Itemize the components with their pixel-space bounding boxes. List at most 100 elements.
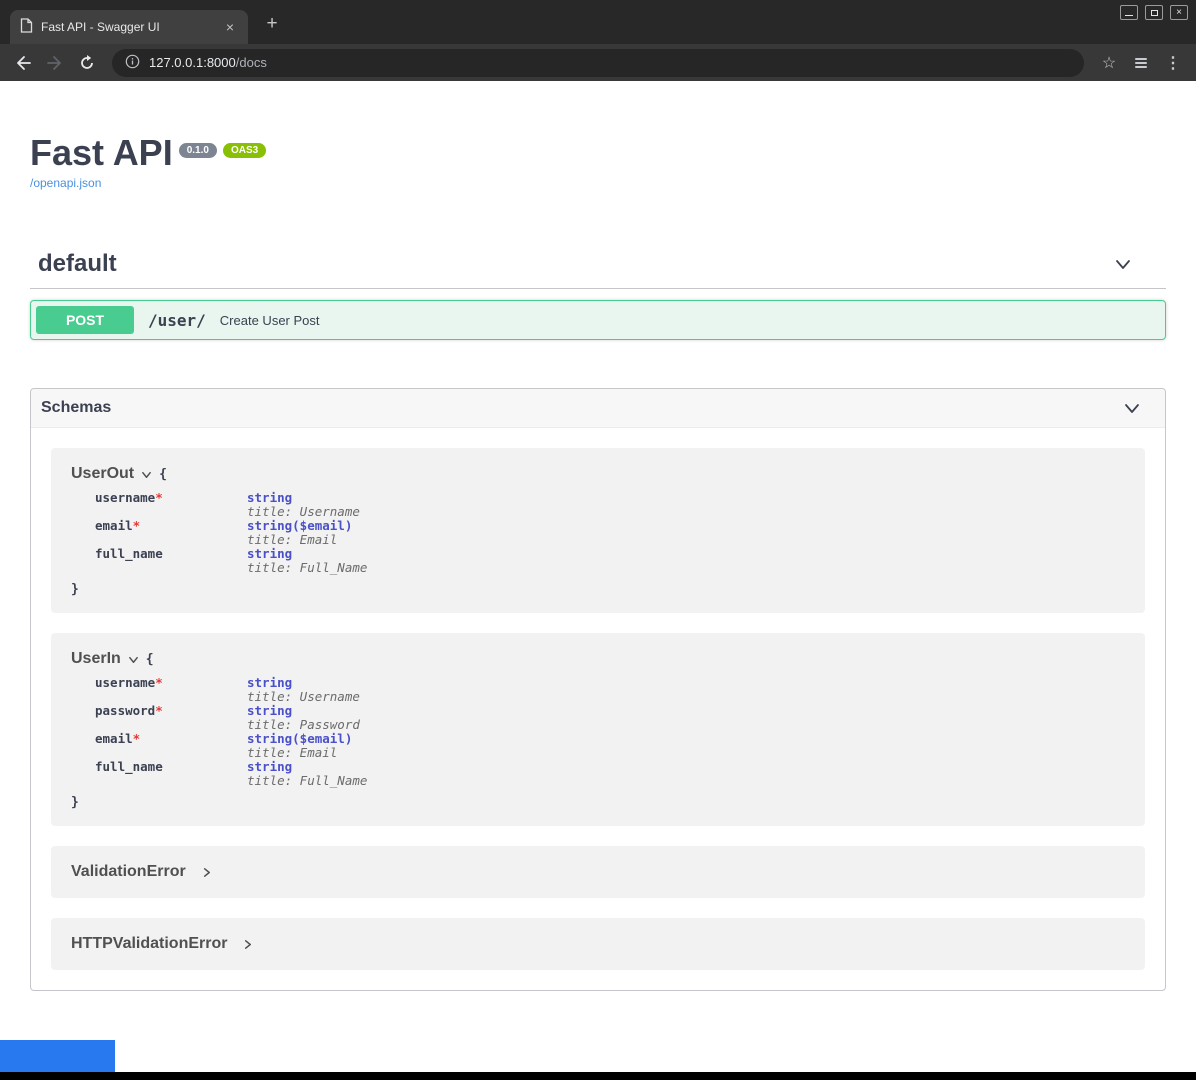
model-title: UserOut	[71, 465, 134, 483]
property-title: title: Password	[247, 718, 360, 732]
page-content: Fast API 0.1.0 OAS3 /openapi.json default …	[0, 81, 1196, 1072]
back-button[interactable]	[10, 50, 36, 76]
api-info: Fast API 0.1.0 OAS3 /openapi.json	[30, 133, 1166, 192]
schema-property: email* string($email) title: Email	[95, 519, 1125, 547]
opblock-post-user: POST /user/ Create User Post	[30, 300, 1166, 340]
site-info-icon[interactable]	[125, 54, 140, 72]
browser-toolbar: 127.0.0.1:8000/docs ☆ ⋮	[0, 44, 1196, 81]
schemas-header[interactable]: Schemas	[31, 389, 1165, 428]
openapi-json-link[interactable]: /openapi.json	[30, 176, 101, 190]
reload-icon[interactable]	[74, 50, 100, 76]
window-close-button[interactable]: ×	[1170, 5, 1188, 20]
bookmark-star-icon[interactable]: ☆	[1096, 50, 1122, 76]
property-details: string title: Full_Name	[247, 760, 367, 788]
model-properties: username* string title: Username passwor…	[95, 676, 1125, 788]
forward-button[interactable]	[42, 50, 68, 76]
url-path: /docs	[236, 55, 267, 70]
property-title: title: Full_Name	[247, 561, 367, 575]
operation-summary: Create User Post	[220, 313, 320, 328]
property-details: string($email) title: Email	[247, 519, 352, 547]
model-title: HTTPValidationError	[71, 935, 227, 953]
property-type: string	[247, 491, 360, 505]
required-star: *	[155, 703, 163, 718]
required-star: *	[133, 518, 141, 533]
operation-path: /user/	[144, 311, 210, 330]
property-details: string($email) title: Email	[247, 732, 352, 760]
model-userin: UserIn { username* string title: Usernam…	[51, 633, 1145, 826]
tab-strip: Fast API - Swagger UI × + ×	[0, 0, 1196, 44]
property-title: title: Email	[247, 746, 352, 760]
url-text: 127.0.0.1:8000/docs	[149, 55, 267, 70]
address-bar[interactable]: 127.0.0.1:8000/docs	[112, 49, 1084, 77]
model-userout: UserOut { username* string title: Userna…	[51, 448, 1145, 613]
property-type: string	[247, 704, 360, 718]
chevron-down-icon	[141, 469, 152, 480]
property-type: string($email)	[247, 519, 352, 533]
url-host: 127.0.0.1:8000	[149, 55, 236, 70]
window-maximize-button[interactable]	[1145, 5, 1163, 20]
page-favicon-icon	[20, 18, 33, 36]
required-star: *	[155, 490, 163, 505]
new-tab-button[interactable]: +	[260, 13, 284, 37]
schema-property: username* string title: Username	[95, 491, 1125, 519]
property-name: username*	[95, 491, 247, 519]
schema-property: full_name string title: Full_Name	[95, 760, 1125, 788]
property-name: password*	[95, 704, 247, 732]
model-validationerror: ValidationError	[51, 846, 1145, 898]
tag-title: default	[38, 250, 117, 278]
chevron-down-icon	[1123, 399, 1141, 417]
open-brace: {	[146, 652, 154, 667]
property-details: string title: Username	[247, 491, 360, 519]
property-title: title: Full_Name	[247, 774, 367, 788]
property-details: string title: Username	[247, 676, 360, 704]
property-name: email*	[95, 519, 247, 547]
model-httpvalidationerror: HTTPValidationError	[51, 918, 1145, 970]
extensions-icon[interactable]	[1128, 50, 1154, 76]
opblock-post-user-summary[interactable]: POST /user/ Create User Post	[31, 301, 1165, 339]
required-star: *	[133, 731, 141, 746]
version-badge: 0.1.0	[179, 143, 217, 158]
tab-title: Fast API - Swagger UI	[41, 20, 214, 34]
minimize-icon	[1125, 15, 1133, 16]
chevron-right-icon	[242, 939, 253, 950]
property-name: full_name	[95, 760, 247, 788]
schema-property: username* string title: Username	[95, 676, 1125, 704]
maximize-icon	[1151, 10, 1158, 16]
schema-property: email* string($email) title: Email	[95, 732, 1125, 760]
close-brace: }	[71, 582, 1125, 597]
property-title: title: Username	[247, 505, 360, 519]
model-userin-toggle[interactable]: UserIn {	[71, 649, 1125, 669]
tag-default-header[interactable]: default	[30, 246, 1166, 289]
property-title: title: Email	[247, 533, 352, 547]
property-details: string title: Password	[247, 704, 360, 732]
window-minimize-button[interactable]	[1120, 5, 1138, 20]
tag-section-default: default POST /user/ Create User Post	[30, 246, 1166, 340]
schema-property: password* string title: Password	[95, 704, 1125, 732]
model-httpvalidationerror-toggle[interactable]: HTTPValidationError	[71, 934, 1125, 954]
property-type: string	[247, 547, 367, 561]
schema-property: full_name string title: Full_Name	[95, 547, 1125, 575]
oas3-badge: OAS3	[223, 143, 266, 158]
api-title: Fast API	[30, 132, 173, 173]
chevron-down-icon	[128, 654, 139, 665]
model-validationerror-toggle[interactable]: ValidationError	[71, 862, 1125, 882]
model-title: ValidationError	[71, 863, 186, 881]
chevron-right-icon	[201, 867, 212, 878]
model-userout-toggle[interactable]: UserOut {	[71, 464, 1125, 484]
browser-menu-button[interactable]: ⋮	[1160, 50, 1186, 76]
tab-close-icon[interactable]: ×	[222, 20, 238, 34]
close-brace: }	[71, 795, 1125, 810]
property-title: title: Username	[247, 690, 360, 704]
desktop-edge	[0, 1072, 1196, 1080]
property-type: string($email)	[247, 732, 352, 746]
required-star: *	[155, 675, 163, 690]
property-details: string title: Full_Name	[247, 547, 367, 575]
model-title: UserIn	[71, 650, 121, 668]
schemas-title: Schemas	[41, 399, 111, 417]
chevron-down-icon	[1114, 255, 1132, 273]
window-controls: ×	[1120, 5, 1188, 20]
property-type: string	[247, 760, 367, 774]
property-name: full_name	[95, 547, 247, 575]
browser-tab[interactable]: Fast API - Swagger UI ×	[10, 10, 248, 44]
property-type: string	[247, 676, 360, 690]
